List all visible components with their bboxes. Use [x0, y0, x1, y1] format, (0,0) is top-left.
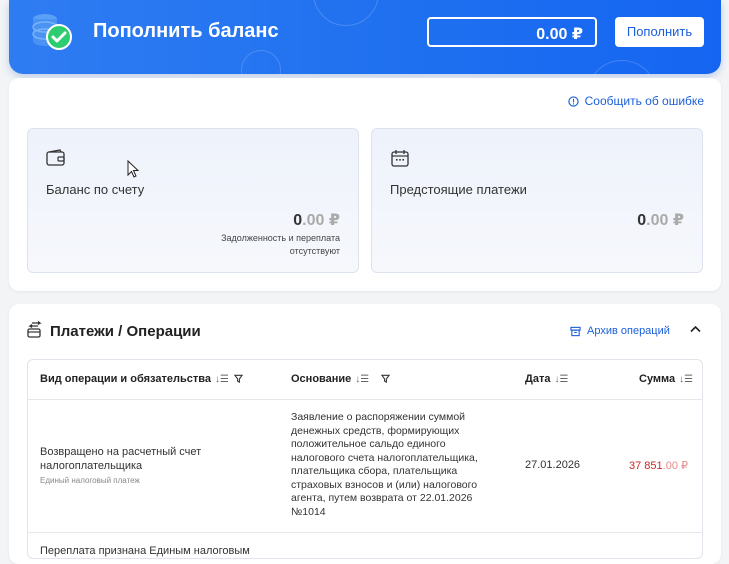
amount-integer: 0 [293, 212, 303, 229]
archive-icon [570, 326, 581, 336]
balance-note: Задолженность и переплата отсутствуют [221, 232, 340, 258]
balance-note-line: отсутствуют [289, 246, 340, 256]
operation-subtext: Единый налоговый платеж [40, 476, 140, 485]
topup-amount-input[interactable]: 0.00 ₽ [427, 17, 597, 47]
decor-circle [313, 0, 379, 26]
archive-link[interactable]: Архив операций [570, 325, 670, 337]
info-icon [567, 95, 579, 107]
upcoming-payments-label: Предстоящие платежи [390, 182, 527, 197]
operation-text: Возвращено на расчетный счет налогоплате… [40, 446, 202, 472]
sort-icon[interactable]: ↓☰ [355, 374, 369, 385]
cell-sum: 37 851.00 ₽ [629, 459, 688, 472]
payments-icon [27, 321, 42, 338]
cell-basis: Заявление о распоряжении суммой денежных… [291, 411, 478, 518]
filter-icon[interactable] [234, 374, 243, 383]
account-balance-amount: 0.00 ₽ [293, 210, 340, 230]
banner-title: Пополнить баланс [93, 20, 279, 42]
upcoming-payments-amount: 0.00 ₽ [637, 210, 684, 230]
sort-icon[interactable]: ↓☰ [554, 374, 568, 385]
column-label: Основание [291, 373, 352, 385]
cell-date: 27.01.2026 [525, 459, 581, 471]
mouse-cursor-icon [127, 160, 139, 178]
sum-integer: 37 851 [628, 460, 663, 472]
archive-label: Архив операций [587, 325, 670, 337]
decor-circle [241, 50, 281, 74]
payments-title: Платежи / Операции [50, 323, 201, 340]
balance-note-line: Задолженность и переплата [221, 233, 340, 243]
amount-fraction: .00 ₽ [302, 212, 340, 229]
account-balance-label: Баланс по счету [46, 182, 145, 197]
table-row[interactable]: Возвращено на расчетный счет налогоплате… [28, 400, 702, 533]
column-sum[interactable]: Сумма ↓☰ [639, 373, 693, 385]
chevron-up-icon[interactable] [690, 325, 701, 333]
topup-button[interactable]: Пополнить [615, 17, 704, 47]
payments-table: Вид операции и обязательства ↓☰ Основани… [27, 359, 703, 559]
upcoming-payments-card[interactable]: Предстоящие платежи 0.00 ₽ [371, 128, 703, 273]
amount-integer: 0 [637, 212, 647, 229]
decor-circle [587, 60, 657, 74]
sum-fraction: .00 ₽ [662, 460, 688, 472]
sort-icon[interactable]: ↓☰ [215, 374, 229, 385]
coins-check-icon [32, 14, 72, 50]
report-error-label: Сообщить об ошибке [584, 94, 704, 108]
amount-fraction: .00 ₽ [646, 212, 684, 229]
table-header: Вид операции и обязательства ↓☰ Основани… [28, 360, 702, 400]
topup-banner: Пополнить баланс 0.00 ₽ Пополнить [9, 0, 721, 74]
column-label: Вид операции и обязательства [40, 373, 211, 385]
column-label: Сумма [639, 373, 676, 385]
filter-icon[interactable] [381, 374, 390, 383]
column-label: Дата [525, 373, 551, 385]
wallet-icon [46, 149, 65, 166]
report-error-link[interactable]: Сообщить об ошибке [567, 94, 704, 108]
account-balance-card[interactable]: Баланс по счету 0.00 ₽ Задолженность и п… [27, 128, 359, 273]
column-operation[interactable]: Вид операции и обязательства ↓☰ [40, 373, 229, 385]
cell-operation: Возвращено на расчетный счет налогоплате… [40, 445, 240, 488]
column-date[interactable]: Дата ↓☰ [525, 373, 568, 385]
column-basis[interactable]: Основание ↓☰ [291, 373, 369, 385]
calendar-icon [391, 150, 409, 167]
table-row-partial[interactable]: Переплата признана Единым налоговым [40, 545, 250, 557]
sort-icon[interactable]: ↓☰ [679, 374, 693, 385]
